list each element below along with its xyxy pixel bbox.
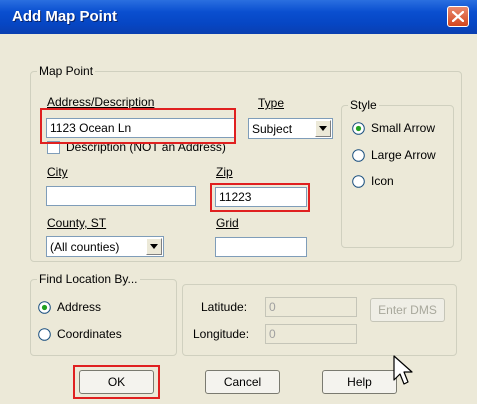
- description-checkbox-label: Description (NOT an Address): [66, 140, 226, 154]
- close-icon: [452, 11, 464, 22]
- city-label: City: [47, 165, 68, 179]
- enter-dms-button[interactable]: Enter DMS: [370, 298, 445, 322]
- type-label: Type: [258, 96, 285, 110]
- radio-icon-label: Icon: [371, 174, 394, 188]
- latitude-label: Latitude:: [201, 300, 248, 314]
- close-button[interactable]: [447, 6, 469, 27]
- help-button[interactable]: Help: [322, 370, 397, 394]
- description-checkbox[interactable]: [47, 141, 60, 154]
- county-label: County, ST: [47, 216, 107, 230]
- dialog-title: Add Map Point: [12, 8, 117, 25]
- radio-icon[interactable]: [352, 175, 365, 188]
- county-select[interactable]: (All counties): [46, 236, 164, 257]
- find-location-legend: Find Location By...: [39, 272, 138, 286]
- zip-label: Zip: [216, 165, 233, 179]
- address-input-value: 1123 Ocean Ln: [50, 121, 132, 135]
- type-select[interactable]: Subject: [248, 118, 333, 139]
- address-input[interactable]: 1123 Ocean Ln: [46, 118, 235, 138]
- zip-input-value: 11223: [219, 190, 252, 204]
- radio-small-arrow-label: Small Arrow: [371, 121, 436, 135]
- latitude-input-value: 0: [269, 300, 276, 314]
- grid-label: Grid: [216, 216, 239, 230]
- radio-coordinates-label: Coordinates: [57, 327, 122, 341]
- map-point-legend: Map Point: [39, 64, 94, 78]
- grid-input[interactable]: [215, 237, 307, 257]
- radio-address[interactable]: [38, 301, 51, 314]
- county-select-value: (All counties): [50, 240, 120, 254]
- type-select-value: Subject: [252, 122, 293, 136]
- radio-large-arrow-label: Large Arrow: [371, 148, 436, 162]
- radio-large-arrow[interactable]: [352, 149, 365, 162]
- add-map-point-dialog: Add Map Point Map Point Address/Descript…: [0, 0, 477, 404]
- radio-small-arrow[interactable]: [352, 122, 365, 135]
- cancel-button[interactable]: Cancel: [205, 370, 280, 394]
- city-input[interactable]: [46, 186, 196, 206]
- longitude-label: Longitude:: [193, 327, 250, 341]
- title-bar[interactable]: Add Map Point: [0, 0, 477, 34]
- longitude-input[interactable]: 0: [265, 324, 357, 344]
- radio-coordinates[interactable]: [38, 328, 51, 341]
- mouse-cursor-icon: [393, 355, 413, 385]
- zip-input[interactable]: 11223: [215, 187, 307, 207]
- latitude-input[interactable]: 0: [265, 297, 357, 317]
- type-dropdown-button[interactable]: [315, 120, 331, 137]
- longitude-input-value: 0: [269, 327, 276, 341]
- ok-button[interactable]: OK: [79, 370, 154, 394]
- style-legend: Style: [350, 98, 377, 112]
- chevron-down-icon: [150, 244, 158, 249]
- county-dropdown-button[interactable]: [146, 238, 162, 255]
- find-location-group: Find Location By...: [30, 272, 177, 356]
- address-label: Address/Description: [47, 95, 155, 109]
- radio-address-label: Address: [57, 300, 102, 314]
- chevron-down-icon: [319, 126, 327, 131]
